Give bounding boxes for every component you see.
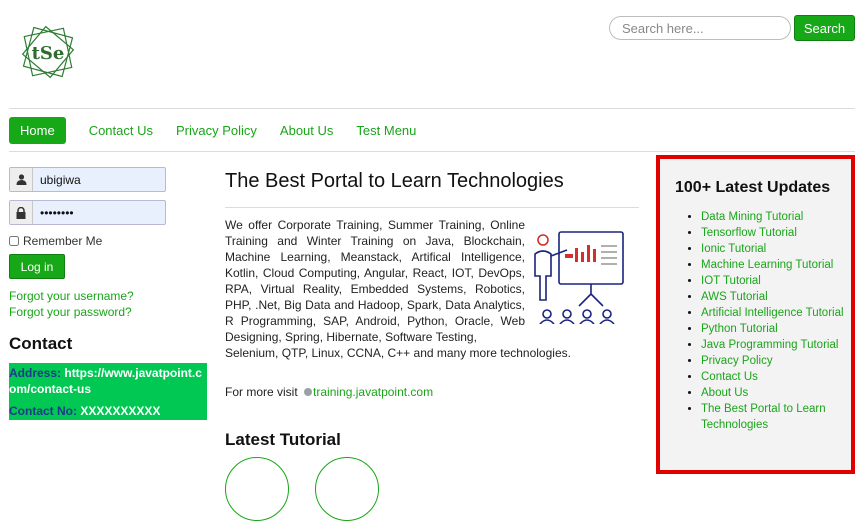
username-field[interactable] (9, 167, 166, 192)
intro-text: We offer Corporate Training, Summer Trai… (225, 218, 525, 344)
list-item[interactable]: IOT Tutorial (701, 273, 845, 289)
globe-icon (304, 388, 313, 396)
list-item[interactable]: Ionic Tutorial (701, 241, 845, 257)
page-title: The Best Portal to Learn Technologies (225, 170, 564, 192)
list-item[interactable]: Data Mining Tutorial (701, 209, 845, 225)
latest-updates-panel: 100+ Latest Updates Data Mining Tutorial… (656, 155, 855, 474)
update-link[interactable]: Tensorflow Tutorial (701, 227, 797, 239)
nav-test-menu[interactable]: Test Menu (356, 117, 416, 144)
list-item[interactable]: About Us (701, 385, 845, 401)
nav-divider (9, 151, 855, 152)
contact-box: Address: https://www.javatpoint.com/cont… (9, 363, 207, 420)
nav-home[interactable]: Home (9, 117, 66, 144)
presentation-illustration (534, 231, 624, 324)
password-field[interactable] (9, 200, 166, 225)
remember-me-checkbox[interactable] (9, 236, 19, 246)
list-item[interactable]: Artificial Intelligence Tutorial (701, 305, 845, 321)
remember-me[interactable]: Remember Me (9, 234, 102, 248)
user-icon (10, 168, 33, 191)
address-label: Address: (9, 366, 62, 380)
list-item[interactable]: The Best Portal to Learn Technologies (701, 401, 845, 433)
list-item[interactable]: AWS Tutorial (701, 289, 845, 305)
update-link[interactable]: Data Mining Tutorial (701, 211, 803, 223)
list-item[interactable]: Contact Us (701, 369, 845, 385)
latest-tutorial-heading: Latest Tutorial (225, 430, 341, 449)
header-divider (9, 108, 855, 109)
tutorial-card-circle[interactable] (315, 457, 379, 521)
latest-updates-list: Data Mining Tutorial Tensorflow Tutorial… (675, 209, 845, 433)
lock-icon (10, 201, 33, 224)
list-item[interactable]: Python Tutorial (701, 321, 845, 337)
update-link[interactable]: Python Tutorial (701, 323, 778, 335)
nav-contact-us[interactable]: Contact Us (89, 117, 153, 144)
login-button[interactable]: Log in (9, 254, 65, 279)
list-item[interactable]: Machine Learning Tutorial (701, 257, 845, 273)
update-link[interactable]: Machine Learning Tutorial (701, 259, 833, 271)
title-divider (225, 207, 639, 208)
nav-privacy-policy[interactable]: Privacy Policy (176, 117, 257, 144)
update-link[interactable]: Ionic Tutorial (701, 243, 766, 255)
contact-number-value: XXXXXXXXXX (80, 404, 161, 418)
update-link[interactable]: The Best Portal to Learn Technologies (701, 403, 826, 431)
forgot-password-link[interactable]: Forgot your password? (9, 305, 132, 319)
intro-text-tail: Selenium, QTP, Linux, CCNA, C++ and many… (225, 346, 571, 360)
update-link[interactable]: Contact Us (701, 371, 758, 383)
update-link[interactable]: Artificial Intelligence Tutorial (701, 307, 844, 319)
visit-line: For more visit training.javatpoint.com (225, 385, 433, 399)
username-input[interactable] (33, 172, 163, 187)
list-item[interactable]: Java Programming Tutorial (701, 337, 845, 353)
training-link[interactable]: training.javatpoint.com (313, 385, 433, 399)
update-link[interactable]: AWS Tutorial (701, 291, 768, 303)
update-link[interactable]: Java Programming Tutorial (701, 339, 838, 351)
main-nav: Home Contact Us Privacy Policy About Us … (9, 117, 439, 144)
update-link[interactable]: IOT Tutorial (701, 275, 761, 287)
forgot-username-link[interactable]: Forgot your username? (9, 289, 134, 303)
update-link[interactable]: About Us (701, 387, 748, 399)
update-link[interactable]: Privacy Policy (701, 355, 773, 367)
tutorial-card-circle[interactable] (225, 457, 289, 521)
search-input[interactable] (609, 16, 791, 40)
logo-text: tSe (32, 43, 65, 64)
list-item[interactable]: Privacy Policy (701, 353, 845, 369)
visit-prefix: For more visit (225, 385, 298, 399)
contact-heading: Contact (9, 334, 73, 353)
nav-about-us[interactable]: About Us (280, 117, 333, 144)
contact-number-label: Contact No: (9, 404, 77, 418)
site-logo[interactable]: tSe (18, 22, 78, 82)
password-input[interactable] (33, 205, 163, 220)
search-button[interactable]: Search (794, 15, 855, 41)
remember-me-label: Remember Me (23, 234, 103, 248)
list-item[interactable]: Tensorflow Tutorial (701, 225, 845, 241)
latest-updates-heading: 100+ Latest Updates (675, 179, 831, 196)
